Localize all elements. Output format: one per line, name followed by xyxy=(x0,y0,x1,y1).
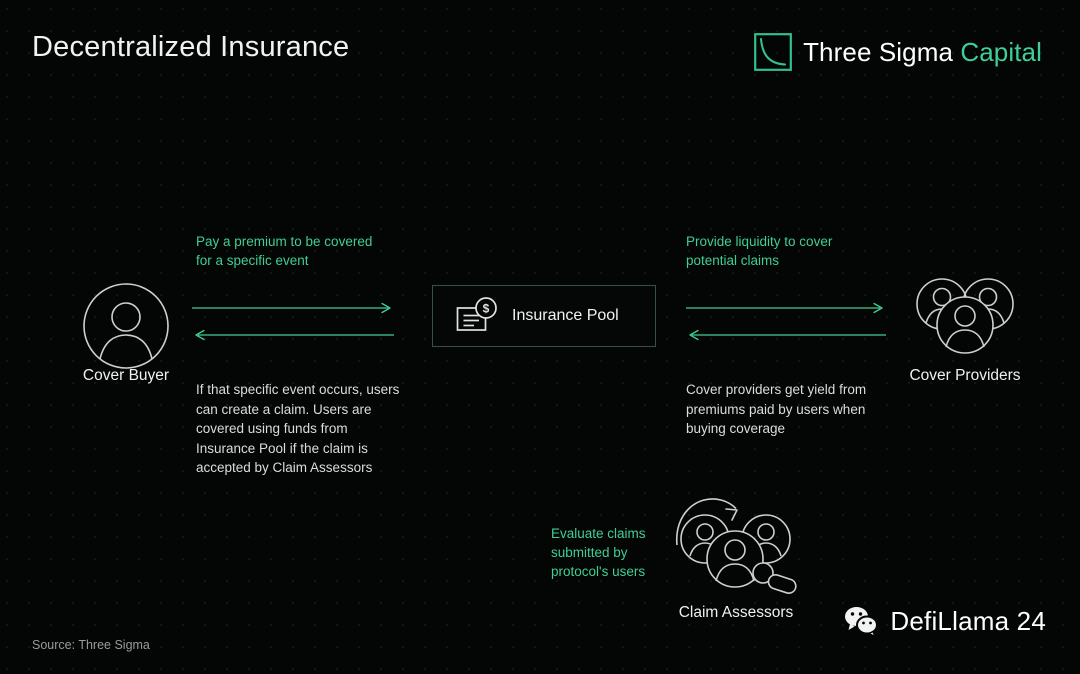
annotation-claim-assessors-line2: submitted by xyxy=(551,545,628,560)
three-sigma-capital-logo: Three Sigma Capital xyxy=(754,33,1042,71)
annotation-providers-to-pool-line2: potential claims xyxy=(686,253,780,268)
annotation-claim-assessors: Evaluate claims submitted by protocol's … xyxy=(551,524,671,581)
watermark-text: DefiLlama 24 xyxy=(890,605,1046,636)
defillama-watermark: DefiLlama 24 xyxy=(842,605,1046,639)
node-insurance-pool: $ Insurance Pool xyxy=(432,285,656,347)
providers-pool-arrow-group xyxy=(686,302,886,341)
source-credit: Source: Three Sigma xyxy=(32,638,150,652)
receipt-dollar-icon: $ xyxy=(456,297,497,331)
annotation-providers-to-pool-line1: Provide liquidity to cover xyxy=(686,234,833,249)
three-people-group-icon xyxy=(916,278,1014,354)
three-sigma-decay-curve-mark-icon xyxy=(754,33,792,71)
node-cover-providers-label: Cover Providers xyxy=(909,367,1021,384)
node-claim-assessors xyxy=(672,487,800,599)
single-person-circle-icon xyxy=(83,283,169,369)
node-claim-assessors-label: Claim Assessors xyxy=(678,604,794,621)
node-cover-buyer xyxy=(82,282,170,370)
annotation-claim-assessors-line1: Evaluate claims xyxy=(551,526,646,541)
node-cover-providers xyxy=(915,277,1015,359)
annotation-buyer-to-pool-line1: Pay a premium to be covered xyxy=(196,234,373,249)
annotation-buyer-to-pool: Pay a premium to be covered for a specif… xyxy=(196,232,411,270)
logo-name-secondary: Capital xyxy=(960,36,1042,67)
page-title: Decentralized Insurance xyxy=(32,31,350,63)
slide-canvas: Decentralized Insurance Three Sigma Capi… xyxy=(0,0,1080,674)
node-insurance-pool-label: Insurance Pool xyxy=(512,307,619,324)
wechat-icon xyxy=(845,607,879,639)
node-cover-buyer-label: Cover Buyer xyxy=(82,367,170,384)
svg-text:$: $ xyxy=(483,302,490,316)
annotation-providers-to-pool: Provide liquidity to cover potential cla… xyxy=(686,232,886,270)
people-review-magnifier-icon xyxy=(676,498,797,594)
annotation-pool-to-buyer: If that specific event occurs, users can… xyxy=(196,382,400,475)
buyer-pool-arrow-group xyxy=(192,302,394,341)
annotation-buyer-to-pool-line2: for a specific event xyxy=(196,253,309,268)
annotation-pool-to-providers: Cover providers get yield from premiums … xyxy=(686,382,867,436)
annotation-claim-assessors-line3: protocol's users xyxy=(551,564,646,579)
logo-wordmark: Three Sigma Capital xyxy=(803,37,1042,68)
logo-name-primary: Three Sigma xyxy=(803,36,954,67)
